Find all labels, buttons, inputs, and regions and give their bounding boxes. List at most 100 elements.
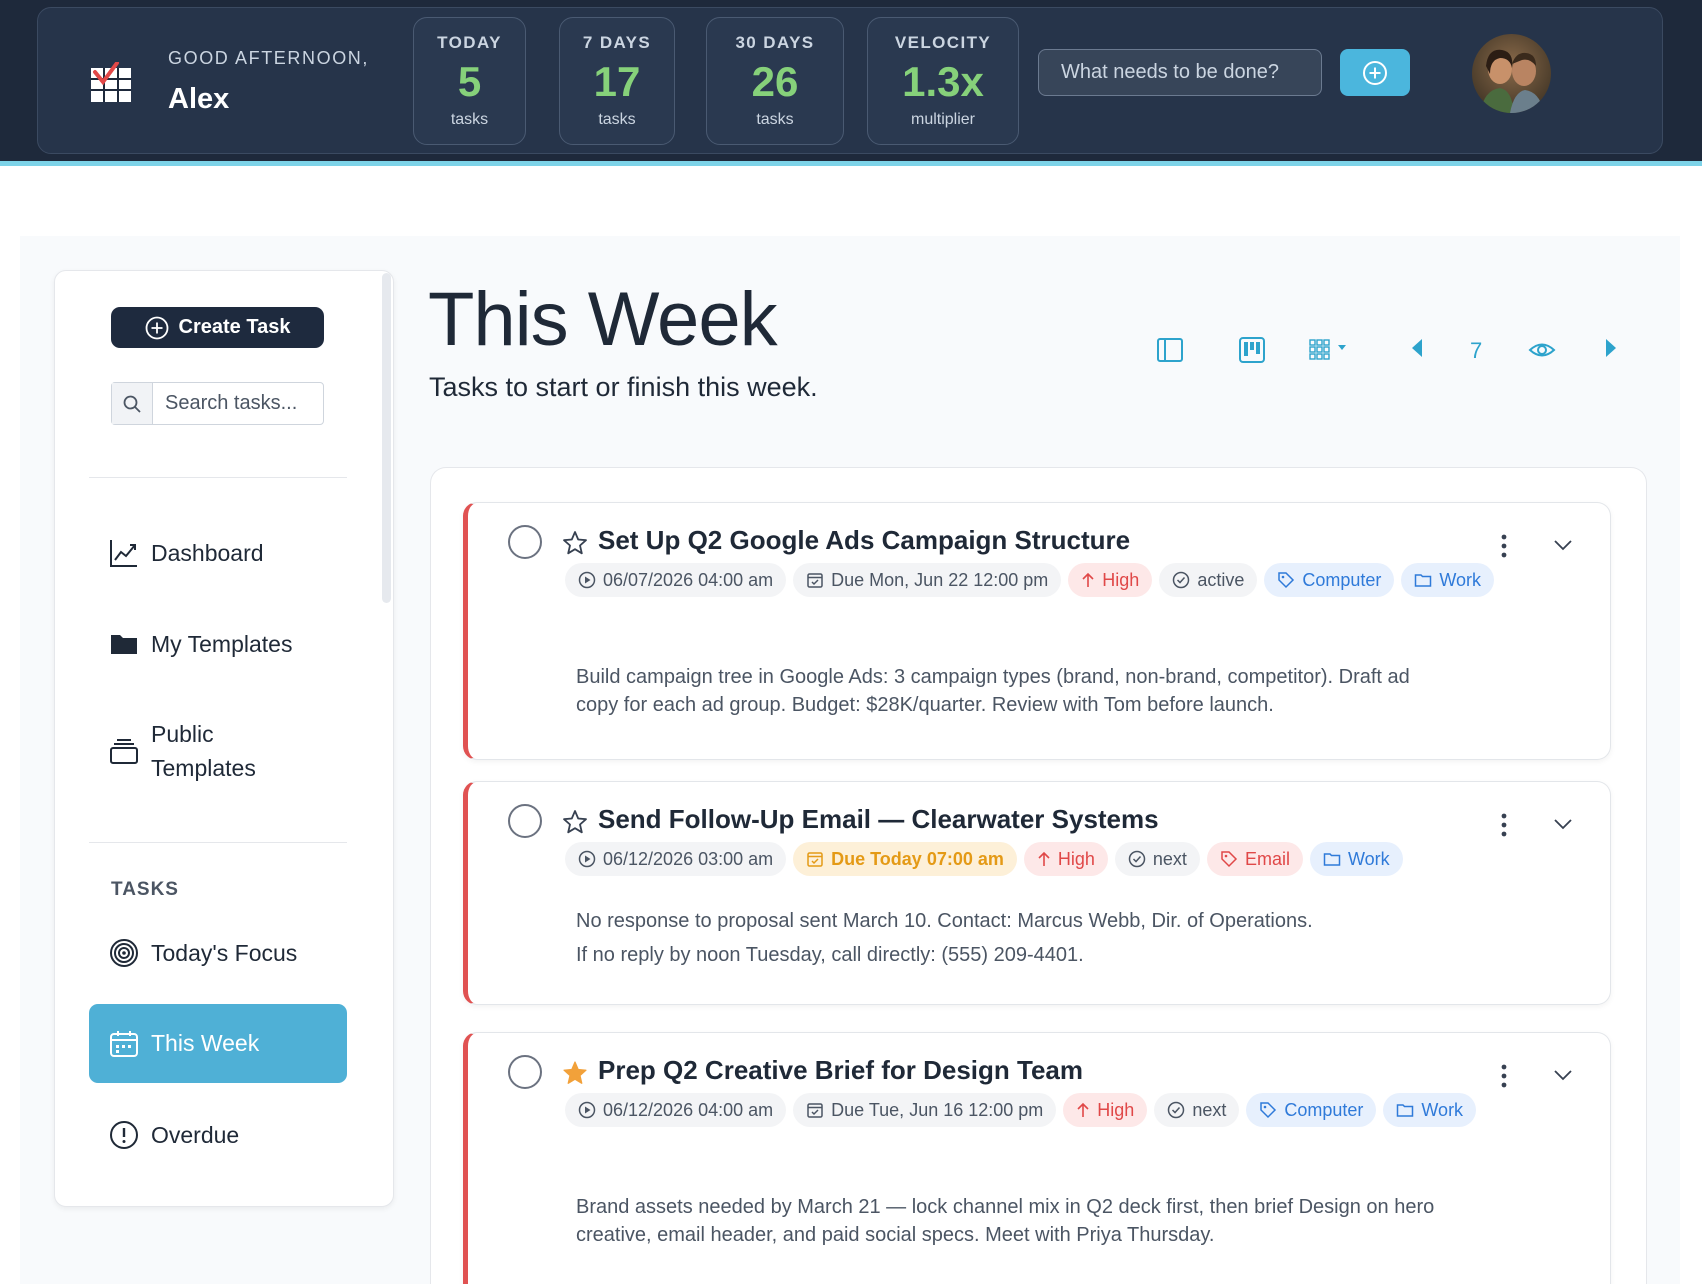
page-subtitle: Tasks to start or finish this week. [429, 372, 818, 402]
tag-text: active [1197, 569, 1245, 590]
sidebar-toggle-icon[interactable] [1156, 336, 1184, 364]
chevron-down-icon[interactable] [1552, 537, 1574, 553]
alert-circle-icon [109, 1120, 139, 1150]
status-tag: next [1154, 1093, 1240, 1127]
status-tag: next [1114, 842, 1200, 876]
arrow-up-icon [1038, 851, 1050, 866]
priority-tag: High [1023, 842, 1108, 876]
task-card[interactable]: Send Follow-Up Email — Clearwater System… [463, 781, 1611, 1005]
stat-value: 1.3x [902, 58, 984, 105]
task-tags: 06/12/2026 03:00 am Due Today 07:00 am H… [565, 842, 1545, 876]
sidebar-item-this-week[interactable]: This Week [89, 1004, 347, 1083]
tag-text: High [1057, 848, 1095, 869]
priority-tag: High [1068, 563, 1153, 597]
calendar-icon [109, 1029, 139, 1059]
play-circle-icon [578, 571, 596, 589]
search-input[interactable] [153, 383, 323, 424]
top-bar: GOOD AFTERNOON, Alex TODAY 5 tasks 7 DAY… [0, 0, 1702, 166]
layers-icon [109, 736, 139, 766]
folder-icon [109, 629, 139, 659]
tag-text: High [1102, 569, 1140, 590]
project-tag[interactable]: Work [1401, 563, 1495, 597]
greeting: GOOD AFTERNOON, Alex [168, 48, 369, 116]
task-title[interactable]: Set Up Q2 Google Ads Campaign Structure [598, 525, 1130, 556]
tag-icon [1221, 851, 1237, 868]
tag-text: High [1097, 1099, 1135, 1120]
eye-icon[interactable] [1528, 336, 1556, 364]
tag-icon [1260, 1102, 1277, 1119]
project-tag[interactable]: Work [1309, 842, 1403, 876]
tag-text: Due Mon, Jun 22 12:00 pm [831, 569, 1049, 590]
task-title[interactable]: Prep Q2 Creative Brief for Design Team [598, 1055, 1083, 1086]
due-date-tag: Due Mon, Jun 22 12:00 pm [793, 563, 1062, 597]
chart-line-icon [109, 538, 139, 568]
start-date-tag: 06/12/2026 03:00 am [565, 842, 787, 876]
task-title[interactable]: Send Follow-Up Email — Clearwater System… [598, 804, 1159, 835]
arrow-up-icon [1082, 572, 1094, 587]
status-tag: active [1159, 563, 1258, 597]
context-tag[interactable]: Computer [1246, 1093, 1377, 1127]
stat-unit: tasks [756, 111, 794, 128]
header-panel: GOOD AFTERNOON, Alex TODAY 5 tasks 7 DAY… [37, 7, 1663, 154]
chevron-down-icon[interactable] [1552, 816, 1574, 832]
sidebar-item-my-templates[interactable]: My Templates [89, 626, 347, 662]
more-options-icon[interactable] [1494, 812, 1514, 838]
sidebar-item-label: My Templates [151, 630, 293, 657]
plus-circle-icon [1363, 60, 1387, 85]
quick-add-input[interactable] [1038, 49, 1322, 96]
kanban-view-icon[interactable] [1238, 336, 1266, 364]
complete-task-checkbox[interactable] [508, 804, 542, 838]
sidebar-item-public-templates[interactable]: Public Templates [89, 716, 347, 786]
star-outline-icon[interactable] [562, 809, 588, 835]
previous-week-icon[interactable] [1408, 336, 1426, 360]
context-tag[interactable]: Email [1206, 842, 1303, 876]
user-name: Alex [168, 83, 230, 115]
sidebar-item-label: Overdue [151, 1121, 240, 1148]
folder-outline-icon [1415, 574, 1432, 587]
context-tag[interactable]: Computer [1264, 563, 1395, 597]
tag-text: Work [1439, 569, 1482, 590]
stat-value: 17 [593, 58, 641, 105]
play-circle-icon [578, 1101, 596, 1119]
star-outline-icon[interactable] [562, 530, 588, 556]
project-tag[interactable]: Work [1383, 1093, 1477, 1127]
task-card[interactable]: Set Up Q2 Google Ads Campaign Structure … [463, 502, 1611, 760]
more-options-icon[interactable] [1494, 1063, 1514, 1089]
chevron-down-icon[interactable] [1552, 1067, 1574, 1083]
task-tags: 06/12/2026 04:00 am Due Tue, Jun 16 12:0… [565, 1093, 1545, 1127]
task-card[interactable]: Prep Q2 Creative Brief for Design Team 0… [463, 1032, 1611, 1284]
sidebar-item-dashboard[interactable]: Dashboard [89, 535, 347, 571]
star-filled-icon[interactable] [562, 1060, 588, 1086]
sidebar-item-todays-focus[interactable]: Today's Focus [89, 935, 347, 971]
create-task-button[interactable]: Create Task [111, 307, 324, 348]
check-circle-icon [1168, 1101, 1185, 1119]
due-date-tag: Due Today 07:00 am [793, 842, 1017, 876]
stat-value: 5 [457, 58, 482, 105]
sidebar-item-overdue[interactable]: Overdue [89, 1117, 347, 1153]
task-description: Build campaign tree in Google Ads: 3 cam… [576, 666, 1410, 716]
more-options-icon[interactable] [1494, 533, 1514, 559]
tasks-section-label: TASKS [111, 879, 179, 900]
tag-text: 06/12/2026 03:00 am [603, 848, 774, 869]
next-week-icon[interactable] [1602, 336, 1620, 360]
stat-velocity: VELOCITY 1.3x multiplier [867, 17, 1019, 145]
sidebar-scrollbar[interactable] [382, 273, 391, 603]
complete-task-checkbox[interactable] [508, 525, 542, 559]
plus-circle-icon [145, 316, 168, 339]
calendar-check-icon [807, 852, 823, 867]
app-logo-icon[interactable] [90, 62, 132, 104]
quick-add-button[interactable] [1340, 49, 1410, 96]
tag-text: Due Tue, Jun 16 12:00 pm [831, 1099, 1044, 1120]
grid-view-dropdown-icon[interactable] [1308, 336, 1352, 364]
create-task-label: Create Task [178, 316, 291, 338]
stat-value: 26 [751, 58, 799, 105]
user-avatar[interactable] [1472, 34, 1551, 113]
priority-tag: High [1063, 1093, 1148, 1127]
tag-text: 06/12/2026 04:00 am [603, 1099, 774, 1120]
sidebar-divider [89, 842, 347, 843]
complete-task-checkbox[interactable] [508, 1055, 542, 1089]
stat-label: 7 DAYS [582, 33, 652, 52]
calendar-check-icon [807, 573, 823, 588]
sidebar-divider [89, 477, 347, 478]
stat-today: TODAY 5 tasks [413, 17, 526, 145]
